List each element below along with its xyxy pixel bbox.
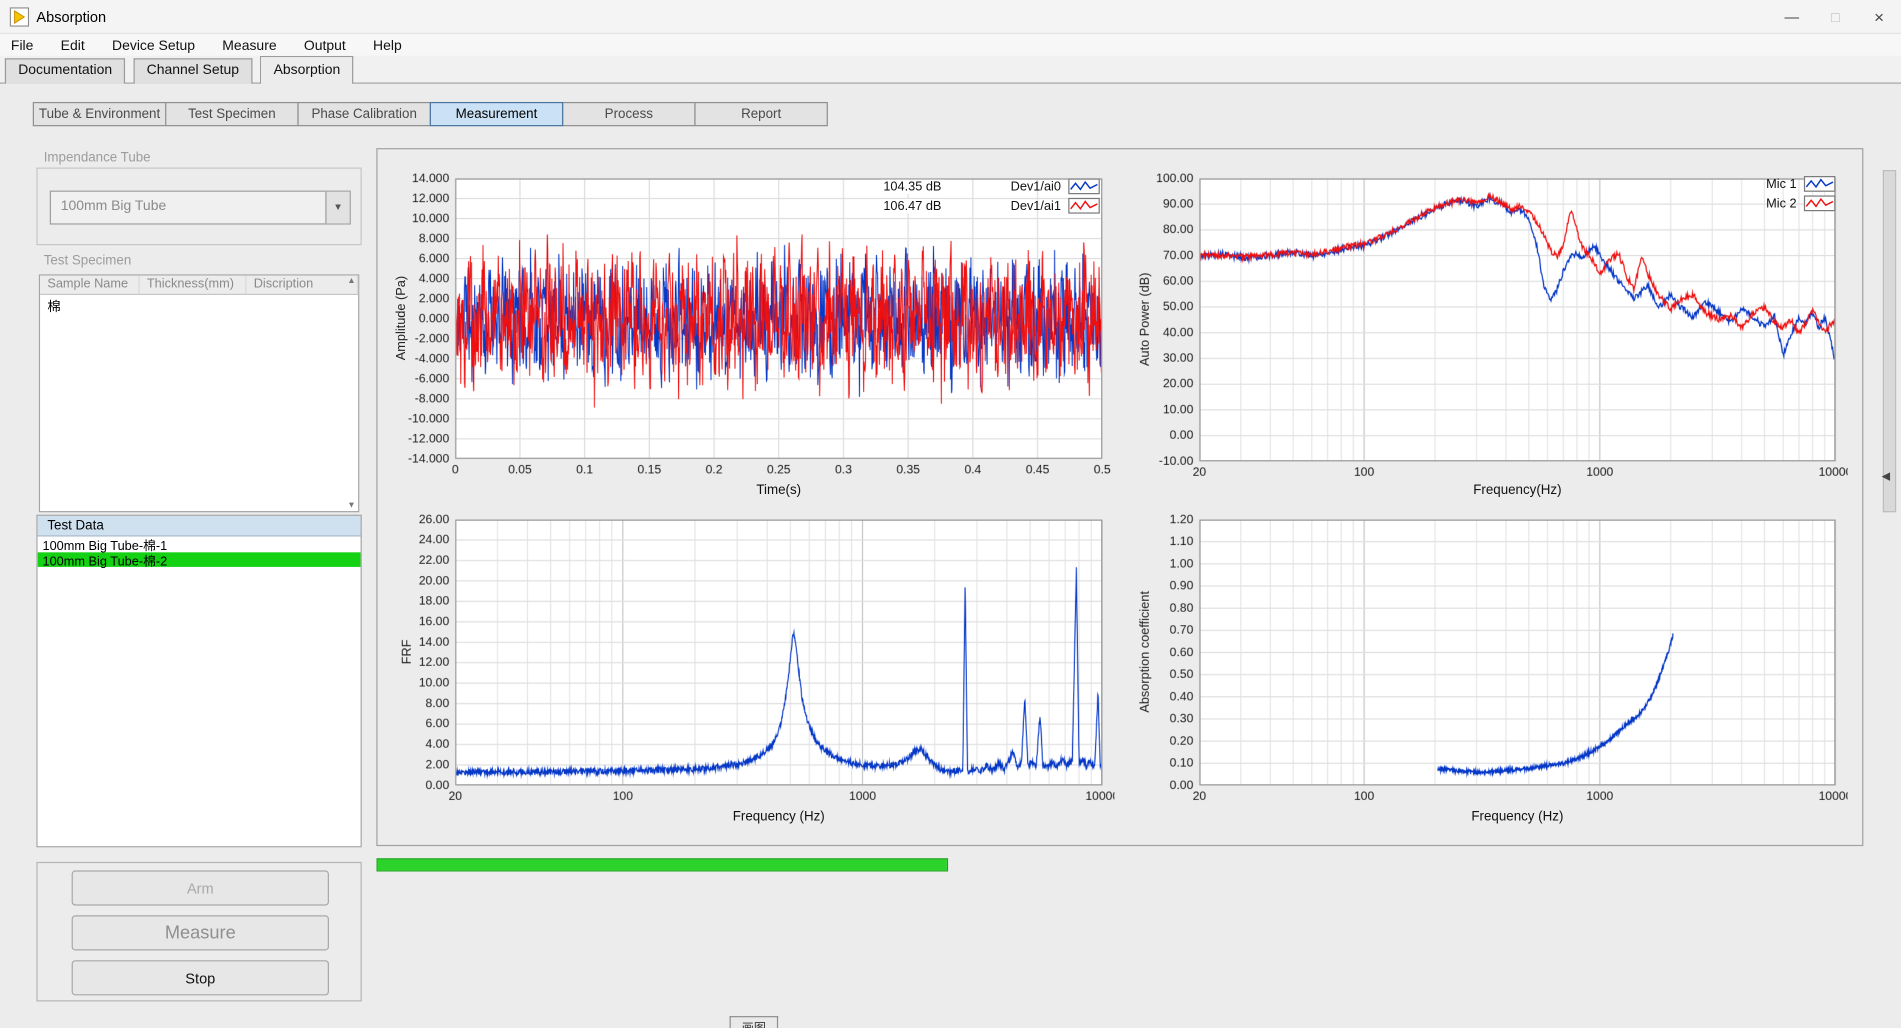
x-axis-label: Frequency(Hz) (1199, 483, 1835, 498)
y-axis-label: Absorption coefficient (1137, 519, 1154, 785)
absorption-page: Tube & Environment Test Specimen Phase C… (0, 84, 1901, 1028)
tab-test-specimen[interactable]: Test Specimen (165, 102, 299, 126)
plot-legend: Mic 1 Mic 2 (1766, 176, 1835, 211)
column-sample-name: Sample Name (40, 276, 140, 294)
y-axis-label: FRF (399, 519, 416, 785)
menubar: File Edit Device Setup Measure Output He… (0, 34, 1901, 56)
measure-button[interactable]: Measure (72, 915, 329, 950)
scroll-up-icon[interactable]: ▲ (347, 277, 355, 285)
x-axis-label: Time(s) (455, 483, 1102, 498)
menu-file[interactable]: File (0, 36, 44, 55)
menu-edit[interactable]: Edit (50, 36, 96, 55)
application-window: Absorption — □ × File Edit Device Setup … (0, 0, 1901, 1028)
tab-phase-calibration[interactable]: Phase Calibration (297, 102, 431, 126)
tab-tube-environment[interactable]: Tube & Environment (33, 102, 167, 126)
tab-process[interactable]: Process (562, 102, 696, 126)
app-icon (10, 7, 29, 26)
x-axis-label: Frequency (Hz) (455, 810, 1102, 825)
plot-legend-icon[interactable] (1804, 195, 1836, 211)
collapse-left-icon[interactable]: ◀ (1882, 470, 1890, 483)
progress-bar (376, 858, 948, 871)
plot-legend-row: 104.35 dB Dev1/ai0 (881, 178, 1100, 194)
plot-legend-icon[interactable] (1068, 198, 1100, 214)
plot-legend-row: Mic 1 (1766, 176, 1835, 192)
plot-legend: 104.35 dB Dev1/ai0 106.47 dB Dev1/ai1 (881, 178, 1100, 213)
window-title: Absorption (36, 8, 106, 25)
impedance-tube-label: Impendance Tube (44, 151, 151, 166)
test-data-panel: Test Data 100mm Big Tube-棉-1 100mm Big T… (36, 515, 361, 848)
test-specimen-label: Test Specimen (44, 254, 132, 269)
minimize-button[interactable]: — (1770, 0, 1814, 34)
maximize-button[interactable]: □ (1814, 0, 1858, 34)
column-thickness: Thickness(mm) (140, 276, 247, 294)
level-readout: 106.47 dB (881, 198, 944, 213)
y-axis-label: Amplitude (Pa) (393, 178, 410, 458)
window-controls: — □ × (1770, 0, 1901, 34)
progress-fill (378, 859, 947, 870)
auto-power-graph: Auto Power (dB) Frequency(Hz) Mic 1 Mic 2 (1129, 168, 1848, 504)
tab-report[interactable]: Report (694, 102, 828, 126)
list-item[interactable]: 100mm Big Tube-棉-1 (38, 537, 361, 552)
frf-canvas (386, 510, 1114, 828)
plot-legend-label: Mic 2 (1766, 196, 1796, 211)
tab-channel-setup[interactable]: Channel Setup (133, 58, 252, 83)
test-specimen-table: Sample Name Thickness(mm) Discription 棉 … (39, 274, 359, 512)
impedance-tube-value: 100mm Big Tube (61, 199, 167, 214)
main-tabstrip: Documentation Channel Setup Absorption (0, 56, 1901, 84)
tab-absorption[interactable]: Absorption (260, 56, 353, 84)
impedance-tube-select[interactable]: 100mm Big Tube ▼ (50, 191, 351, 225)
test-data-list: 100mm Big Tube-棉-1 100mm Big Tube-棉-2 (38, 537, 361, 847)
impedance-tube-group: 100mm Big Tube ▼ (36, 168, 361, 246)
y-axis-label: Auto Power (dB) (1137, 178, 1154, 461)
frf-graph: FRF Frequency (Hz) (386, 510, 1114, 828)
list-item-selected[interactable]: 100mm Big Tube-棉-2 (38, 552, 361, 567)
plot-legend-icon[interactable] (1068, 178, 1100, 194)
time-waveform-graph: Amplitude (Pa) Time(s) 104.35 dB Dev1/ai0… (386, 168, 1114, 504)
table-header-row: Sample Name Thickness(mm) Discription (40, 276, 358, 295)
stop-button[interactable]: Stop (72, 960, 329, 995)
titlebar: Absorption — □ × (0, 0, 1901, 34)
stage-tabs: Tube & Environment Test Specimen Phase C… (34, 102, 828, 126)
scroll-down-icon[interactable]: ▼ (347, 501, 355, 509)
cell-thickness (140, 295, 247, 313)
menu-measure[interactable]: Measure (211, 36, 287, 55)
tab-documentation[interactable]: Documentation (5, 58, 126, 83)
menu-help[interactable]: Help (362, 36, 413, 55)
arm-button[interactable]: Arm (72, 870, 329, 905)
cell-sample-name: 棉 (40, 295, 140, 313)
plot-legend-label: Dev1/ai0 (1011, 179, 1061, 194)
vertical-scrollbar[interactable] (1883, 170, 1896, 512)
cell-discription (246, 295, 358, 313)
absorption-coefficient-graph: Absorption coefficient Frequency (Hz) (1129, 510, 1848, 828)
control-buttons-panel: Arm Measure Stop (36, 862, 361, 1002)
auto-power-canvas (1129, 168, 1848, 504)
tab-drawing[interactable]: 画图 (730, 1016, 779, 1028)
absorption-coefficient-canvas (1129, 510, 1848, 828)
plot-legend-label: Mic 1 (1766, 177, 1796, 192)
tab-measurement[interactable]: Measurement (430, 102, 564, 126)
dropdown-arrow-icon[interactable]: ▼ (325, 192, 349, 224)
menu-device-setup[interactable]: Device Setup (101, 36, 206, 55)
x-axis-label: Frequency (Hz) (1199, 810, 1835, 825)
table-row[interactable]: 棉 (40, 295, 358, 313)
menu-output[interactable]: Output (293, 36, 357, 55)
level-readout: 104.35 dB (881, 179, 944, 194)
plot-legend-row: 106.47 dB Dev1/ai1 (881, 198, 1100, 214)
column-discription: Discription (246, 276, 358, 294)
plot-legend-label: Dev1/ai1 (1011, 198, 1061, 213)
time-waveform-canvas (386, 168, 1114, 504)
plot-legend-icon[interactable] (1804, 176, 1836, 192)
test-data-label: Test Data (38, 516, 361, 537)
close-button[interactable]: × (1857, 0, 1901, 34)
plot-legend-row: Mic 2 (1766, 195, 1835, 211)
